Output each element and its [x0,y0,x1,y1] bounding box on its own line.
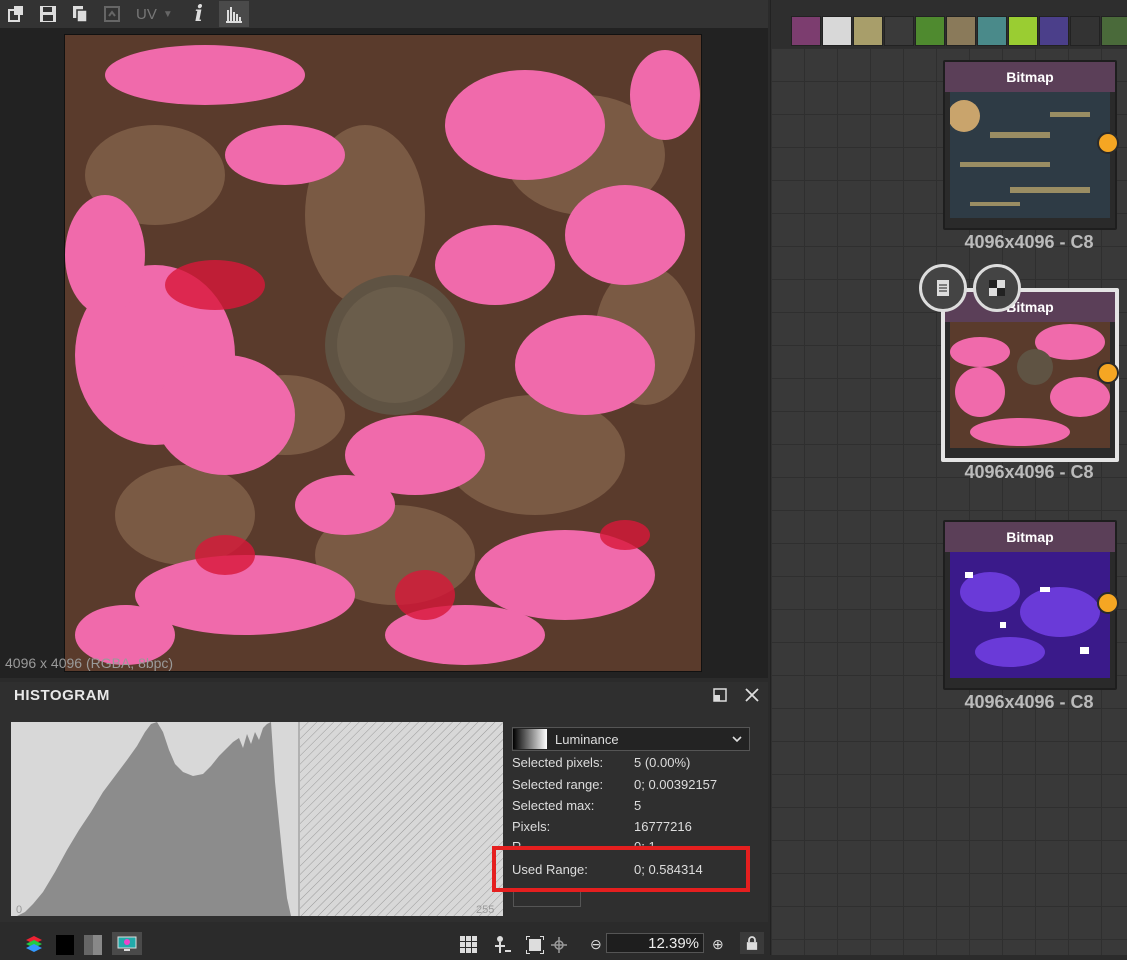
black-background-swatch[interactable] [56,935,74,955]
node-thumbnail [950,322,1110,448]
output-port[interactable] [1097,362,1119,384]
zoom-in-icon[interactable]: ⊕ [712,936,724,953]
output-port[interactable] [1097,132,1119,154]
uv-toggle[interactable]: UV [136,6,157,23]
levels-icon[interactable] [946,16,976,46]
document-icon [937,280,949,296]
copy-view-icon[interactable] [0,0,32,28]
layers-icon[interactable] [24,934,48,959]
lock-icon [746,936,758,950]
histogram-curve [11,722,291,916]
blend-node-icon[interactable] [822,16,852,46]
close-icon[interactable] [744,687,760,703]
drop-node-icon[interactable] [853,16,883,46]
texture-preview [64,34,702,672]
highlight-annotation [492,846,750,892]
info-icon: i [194,1,203,27]
zoom-input[interactable]: 12.39% [606,933,704,953]
copy-icon[interactable] [64,0,96,28]
shuffle-icon[interactable] [884,16,914,46]
histogram-chart[interactable] [11,722,503,916]
node-size-label: 4096x4096 - C8 [964,232,1094,252]
circle-node-icon[interactable] [1039,16,1069,46]
bitmap-node[interactable]: Bitmap [943,520,1117,690]
transparency-toggle-button[interactable] [973,264,1021,312]
bitmap-node[interactable]: Bitmap [943,60,1117,230]
image-info-label: 4096 x 4096 (RGBA, 8bpc) [5,655,174,671]
node-size-label: 4096x4096 - C8 [964,692,1094,712]
graph-panel: Bitmap 4096x4096 - C8 Bitmap 4096x4096 -… [770,0,1127,955]
stat-label: Pixels: [512,819,551,834]
monitor-icon [117,936,137,951]
gradient-icon[interactable] [1008,16,1038,46]
stat-label: Selected max: [512,798,595,813]
channel-gradient-swatch [513,729,547,749]
pivot-icon[interactable] [492,935,512,960]
output-port[interactable] [1097,592,1119,614]
panel-title: HISTOGRAM [14,687,110,704]
checker-background-swatch[interactable] [84,935,102,955]
node-title: Bitmap [945,62,1115,92]
node-info-button[interactable] [919,264,967,312]
axis-min-label: 0 [16,904,23,916]
lock-button[interactable] [740,932,764,954]
grid-node-icon[interactable] [1070,16,1100,46]
zoom-out-icon[interactable]: ⊖ [590,936,602,953]
histogram-panel: HISTOGRAM 0 255 Luminance Selected pixel… [0,682,768,922]
node-size-label: 4096x4096 - C8 [964,462,1094,482]
axis-max-label: 255 [476,904,495,916]
grid-icon[interactable] [460,936,478,959]
transform-icon[interactable] [977,16,1007,46]
node-title: Bitmap [945,292,1115,322]
output-node-icon[interactable] [1101,16,1127,46]
image-node-icon[interactable] [791,16,821,46]
uv-dropdown-icon[interactable]: ▼ [163,9,173,20]
stat-value: 0; 0.00392157 [634,777,718,792]
node-toolbar [771,0,1127,48]
chevron-down-icon [732,736,742,743]
histogram-icon [225,7,242,23]
checkerboard-icon [989,280,1005,296]
node-thumbnail [950,552,1110,678]
channel-label: Luminance [555,731,619,747]
pan-icon[interactable] [550,936,568,959]
histogram-toggle[interactable] [218,1,249,27]
stat-value: 5 [634,798,642,813]
stat-value: 16777216 [634,819,692,834]
stat-label: Selected pixels: [512,755,604,770]
save-icon[interactable] [32,0,64,28]
node-thumbnail [950,92,1110,218]
display-mode-button[interactable] [112,932,142,955]
status-bar: ⊖ 12.39% ⊕ [0,928,768,955]
curve-icon[interactable] [915,16,945,46]
stat-label: Selected range: [512,777,604,792]
node-title: Bitmap [945,522,1115,552]
fit-view-icon[interactable] [525,935,545,959]
viewer-toolbar: UV ▼ i [0,0,768,28]
float-panel-icon[interactable] [713,688,727,702]
channel-select[interactable]: Luminance [512,727,750,751]
info-button[interactable]: i [183,0,215,28]
bitmap-node-selected[interactable]: Bitmap [941,288,1119,462]
stat-value: 5 (0.00%) [634,755,691,770]
refresh-icon[interactable] [96,0,128,28]
